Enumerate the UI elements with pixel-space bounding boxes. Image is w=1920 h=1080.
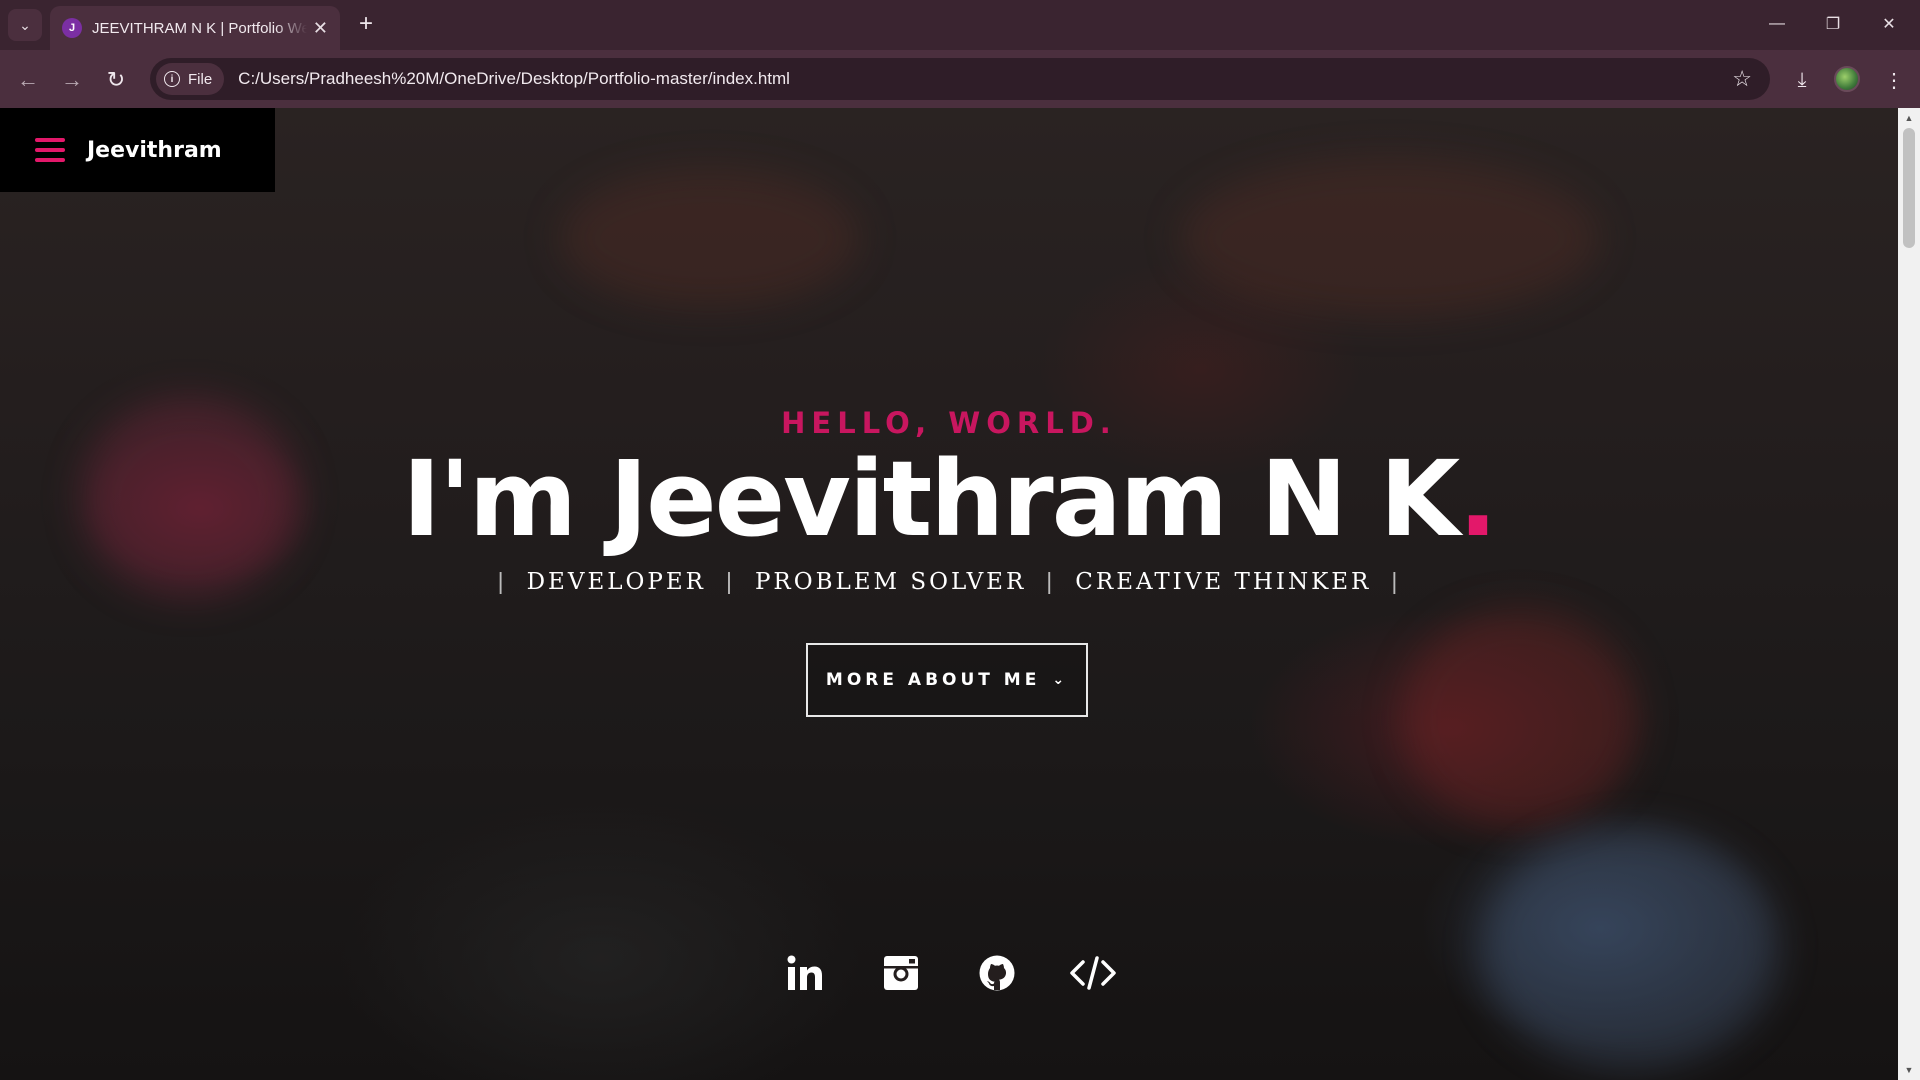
code-icon: [1070, 956, 1116, 990]
restore-icon: ❐: [1825, 16, 1841, 33]
role-separator: |: [497, 568, 507, 594]
site-info-label: File: [188, 70, 213, 88]
instagram-icon: [884, 956, 918, 990]
role-separator: |: [725, 568, 735, 594]
close-window-button[interactable]: ✕: [1866, 8, 1912, 40]
reload-icon: ↻: [106, 67, 126, 92]
new-tab-button[interactable]: +: [352, 10, 380, 38]
tab-close-icon[interactable]: ✕: [313, 18, 328, 39]
downloads-button[interactable]: ⤓: [1786, 64, 1818, 96]
headline-accent-dot: .: [1458, 438, 1497, 560]
favicon: J: [62, 18, 82, 38]
reload-button[interactable]: ↻: [100, 64, 132, 96]
chevron-down-icon: ⌄: [1052, 672, 1069, 688]
browser-tab-bar: ⌄ J JEEVITHRAM N K | Portfolio Website ✕…: [0, 0, 1920, 50]
restore-button[interactable]: ❐: [1810, 8, 1856, 40]
tab-title: JEEVITHRAM N K | Portfolio Website: [92, 19, 307, 37]
role-item: CREATIVE THINKER: [1075, 568, 1372, 595]
profile-avatar[interactable]: [1834, 66, 1860, 92]
site-info-chip[interactable]: i File: [156, 63, 225, 95]
arrow-left-icon: ←: [17, 67, 39, 92]
hero-name: I'm Jeevithram N K: [402, 438, 1460, 560]
scroll-up-arrow-icon[interactable]: ▲: [1898, 110, 1920, 126]
page-scrollbar[interactable]: ▲ ▼: [1898, 108, 1920, 1080]
menu-button[interactable]: ⋮: [1878, 64, 1910, 96]
code-link[interactable]: [1045, 943, 1141, 1003]
close-icon: ✕: [1882, 16, 1896, 33]
hero-headline: I'm Jeevithram N K.: [0, 438, 1898, 560]
plus-icon: +: [358, 10, 373, 37]
hero-roles: | DEVELOPER | PROBLEM SOLVER | CREATIVE …: [0, 568, 1898, 595]
browser-toolbar: ← → ↻ i File C:/Users/Pradheesh%20M/OneD…: [0, 50, 1920, 108]
browser-tab[interactable]: J JEEVITHRAM N K | Portfolio Website ✕: [50, 6, 340, 50]
scroll-down-arrow-icon[interactable]: ▼: [1898, 1062, 1920, 1078]
social-links: [0, 943, 1898, 1003]
github-link[interactable]: [949, 943, 1045, 1003]
page-viewport: Jeevithram HELLO, WORLD. I'm Jeevithram …: [0, 108, 1898, 1080]
back-button[interactable]: ←: [12, 64, 44, 96]
role-item: DEVELOPER: [526, 568, 706, 595]
address-bar[interactable]: i File C:/Users/Pradheesh%20M/OneDrive/D…: [150, 58, 1770, 100]
scroll-thumb[interactable]: [1903, 128, 1915, 248]
more-about-me-button[interactable]: MORE ABOUT ME ⌄: [806, 643, 1088, 717]
github-icon: [979, 955, 1015, 991]
linkedin-link[interactable]: [757, 943, 853, 1003]
instagram-link[interactable]: [853, 943, 949, 1003]
hero-greeting: HELLO, WORLD.: [781, 406, 1117, 440]
role-item: PROBLEM SOLVER: [754, 568, 1027, 595]
arrow-right-icon: →: [61, 67, 83, 92]
minimize-icon: —: [1769, 15, 1785, 32]
tab-search-button[interactable]: ⌄: [8, 9, 42, 41]
download-icon: ⤓: [1797, 68, 1807, 91]
info-icon: i: [164, 71, 180, 87]
forward-button[interactable]: →: [56, 64, 88, 96]
hero-section: HELLO, WORLD. I'm Jeevithram N K. | DEVE…: [0, 108, 1898, 1080]
role-separator: |: [1046, 568, 1056, 594]
more-about-me-label: MORE ABOUT ME: [825, 670, 1041, 690]
more-vertical-icon: ⋮: [1884, 69, 1904, 92]
bookmark-star-icon[interactable]: ☆: [1732, 66, 1752, 92]
role-separator: |: [1391, 568, 1401, 594]
url-text[interactable]: C:/Users/Pradheesh%20M/OneDrive/Desktop/…: [238, 69, 790, 89]
minimize-button[interactable]: —: [1754, 8, 1800, 40]
linkedin-icon: [787, 955, 822, 990]
chevron-down-icon: ⌄: [19, 16, 31, 33]
